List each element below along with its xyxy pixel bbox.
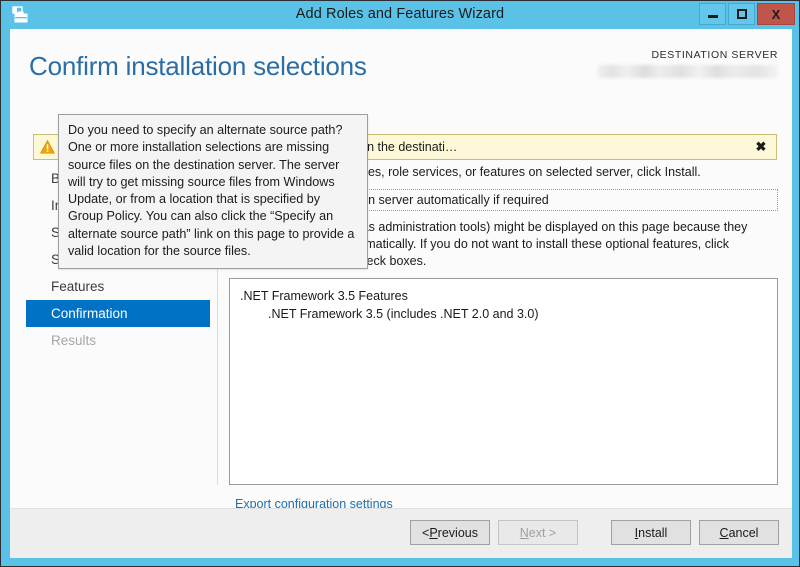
footer-bar: < Previous Next > Install Cancel	[10, 508, 792, 558]
next-button-suffix: ext >	[528, 525, 557, 540]
sidebar-item-features[interactable]: Features	[26, 273, 210, 300]
cancel-button-accel: C	[719, 525, 729, 540]
sidebar-item-results: Results	[51, 333, 97, 348]
previous-button-accel: P	[429, 525, 438, 540]
warning-triangle-icon	[34, 140, 60, 154]
previous-button-suffix: revious	[437, 525, 478, 540]
destination-server-label: DESTINATION SERVER	[651, 49, 778, 61]
install-button-suffix: nstall	[638, 525, 668, 540]
previous-button-prefix: <	[422, 525, 430, 540]
close-button[interactable]: X	[757, 3, 795, 25]
window-title: Add Roles and Features Wizard	[295, 6, 505, 22]
client-area: Confirm installation selections DESTINAT…	[10, 29, 792, 558]
list-item: .NET Framework 3.5 (includes .NET 2.0 an…	[268, 307, 539, 321]
title-bar[interactable]: Add Roles and Features Wizard X	[1, 1, 799, 29]
list-item: .NET Framework 3.5 Features	[240, 289, 408, 303]
selected-features-listbox[interactable]: .NET Framework 3.5 Features .NET Framewo…	[229, 278, 778, 485]
footer-buttons: < Previous Next > Install Cancel	[402, 520, 779, 545]
maximize-button[interactable]	[728, 3, 755, 25]
minimize-icon	[707, 15, 718, 18]
install-button[interactable]: Install	[611, 520, 691, 545]
maximize-icon	[736, 9, 747, 19]
cancel-button-suffix: ancel	[728, 525, 759, 540]
minimize-button[interactable]	[699, 3, 726, 25]
alternate-source-path-tooltip: Do you need to specify an alternate sour…	[58, 114, 368, 270]
page-header: Confirm installation selections DESTINAT…	[10, 29, 792, 101]
warning-close-icon[interactable]: ✖	[746, 139, 776, 155]
wizard-window: Add Roles and Features Wizard X Confirm …	[0, 0, 800, 567]
page-title: Confirm installation selections	[29, 51, 367, 81]
sidebar-item-confirmation[interactable]: Confirmation	[26, 300, 210, 327]
next-button: Next >	[498, 520, 578, 545]
destination-server-value	[598, 65, 778, 78]
previous-button[interactable]: < Previous	[410, 520, 490, 545]
cancel-button[interactable]: Cancel	[699, 520, 779, 545]
next-button-accel: N	[519, 525, 529, 540]
window-controls: X	[699, 3, 795, 25]
